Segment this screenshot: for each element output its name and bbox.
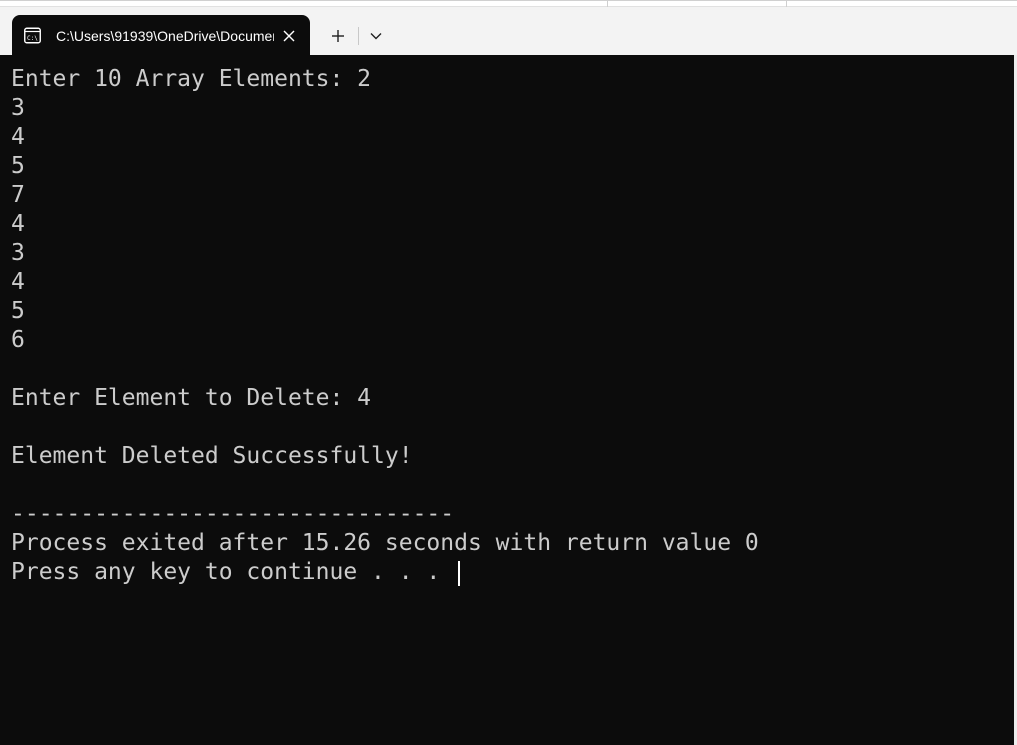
svg-text:C:\: C:\ xyxy=(27,35,38,42)
console-line: Press any key to continue . . . xyxy=(11,559,455,585)
console-line: 7 xyxy=(11,182,25,208)
title-bar: C:\ C:\Users\91939\OneDrive\Documents\de… xyxy=(0,0,1017,56)
top-strip xyxy=(0,1,1017,7)
console-line: 4 xyxy=(11,269,25,295)
console-output[interactable]: Enter 10 Array Elements: 2 3 4 5 7 4 3 4… xyxy=(0,55,1017,745)
console-line: Element Deleted Successfully! xyxy=(11,443,413,469)
tab-dropdown-button[interactable] xyxy=(362,21,390,51)
console-icon: C:\ xyxy=(24,27,41,44)
console-line: 3 xyxy=(11,240,25,266)
tabbar-separator xyxy=(358,27,359,45)
close-icon[interactable] xyxy=(276,23,302,49)
console-line: 4 xyxy=(11,124,25,150)
console-line: 6 xyxy=(11,327,25,353)
console-line: Enter 10 Array Elements: 2 xyxy=(11,66,372,92)
text-cursor xyxy=(458,561,460,586)
strip-divider xyxy=(786,1,787,7)
console-line: 5 xyxy=(11,298,25,324)
new-tab-button[interactable] xyxy=(323,21,353,51)
terminal-window: C:\ C:\Users\91939\OneDrive\Documents\de… xyxy=(0,0,1017,745)
strip-divider xyxy=(607,1,608,7)
console-line: -------------------------------- xyxy=(11,501,455,527)
console-line: Enter Element to Delete: 4 xyxy=(11,385,372,411)
active-tab[interactable]: C:\ C:\Users\91939\OneDrive\Documents\de… xyxy=(12,15,310,56)
tab-title: C:\Users\91939\OneDrive\Documents\delete… xyxy=(56,28,274,44)
console-line: Process exited after 15.26 seconds with … xyxy=(11,530,759,556)
console-line: 4 xyxy=(11,211,25,237)
console-line: 5 xyxy=(11,153,25,179)
console-line: 3 xyxy=(11,95,25,121)
